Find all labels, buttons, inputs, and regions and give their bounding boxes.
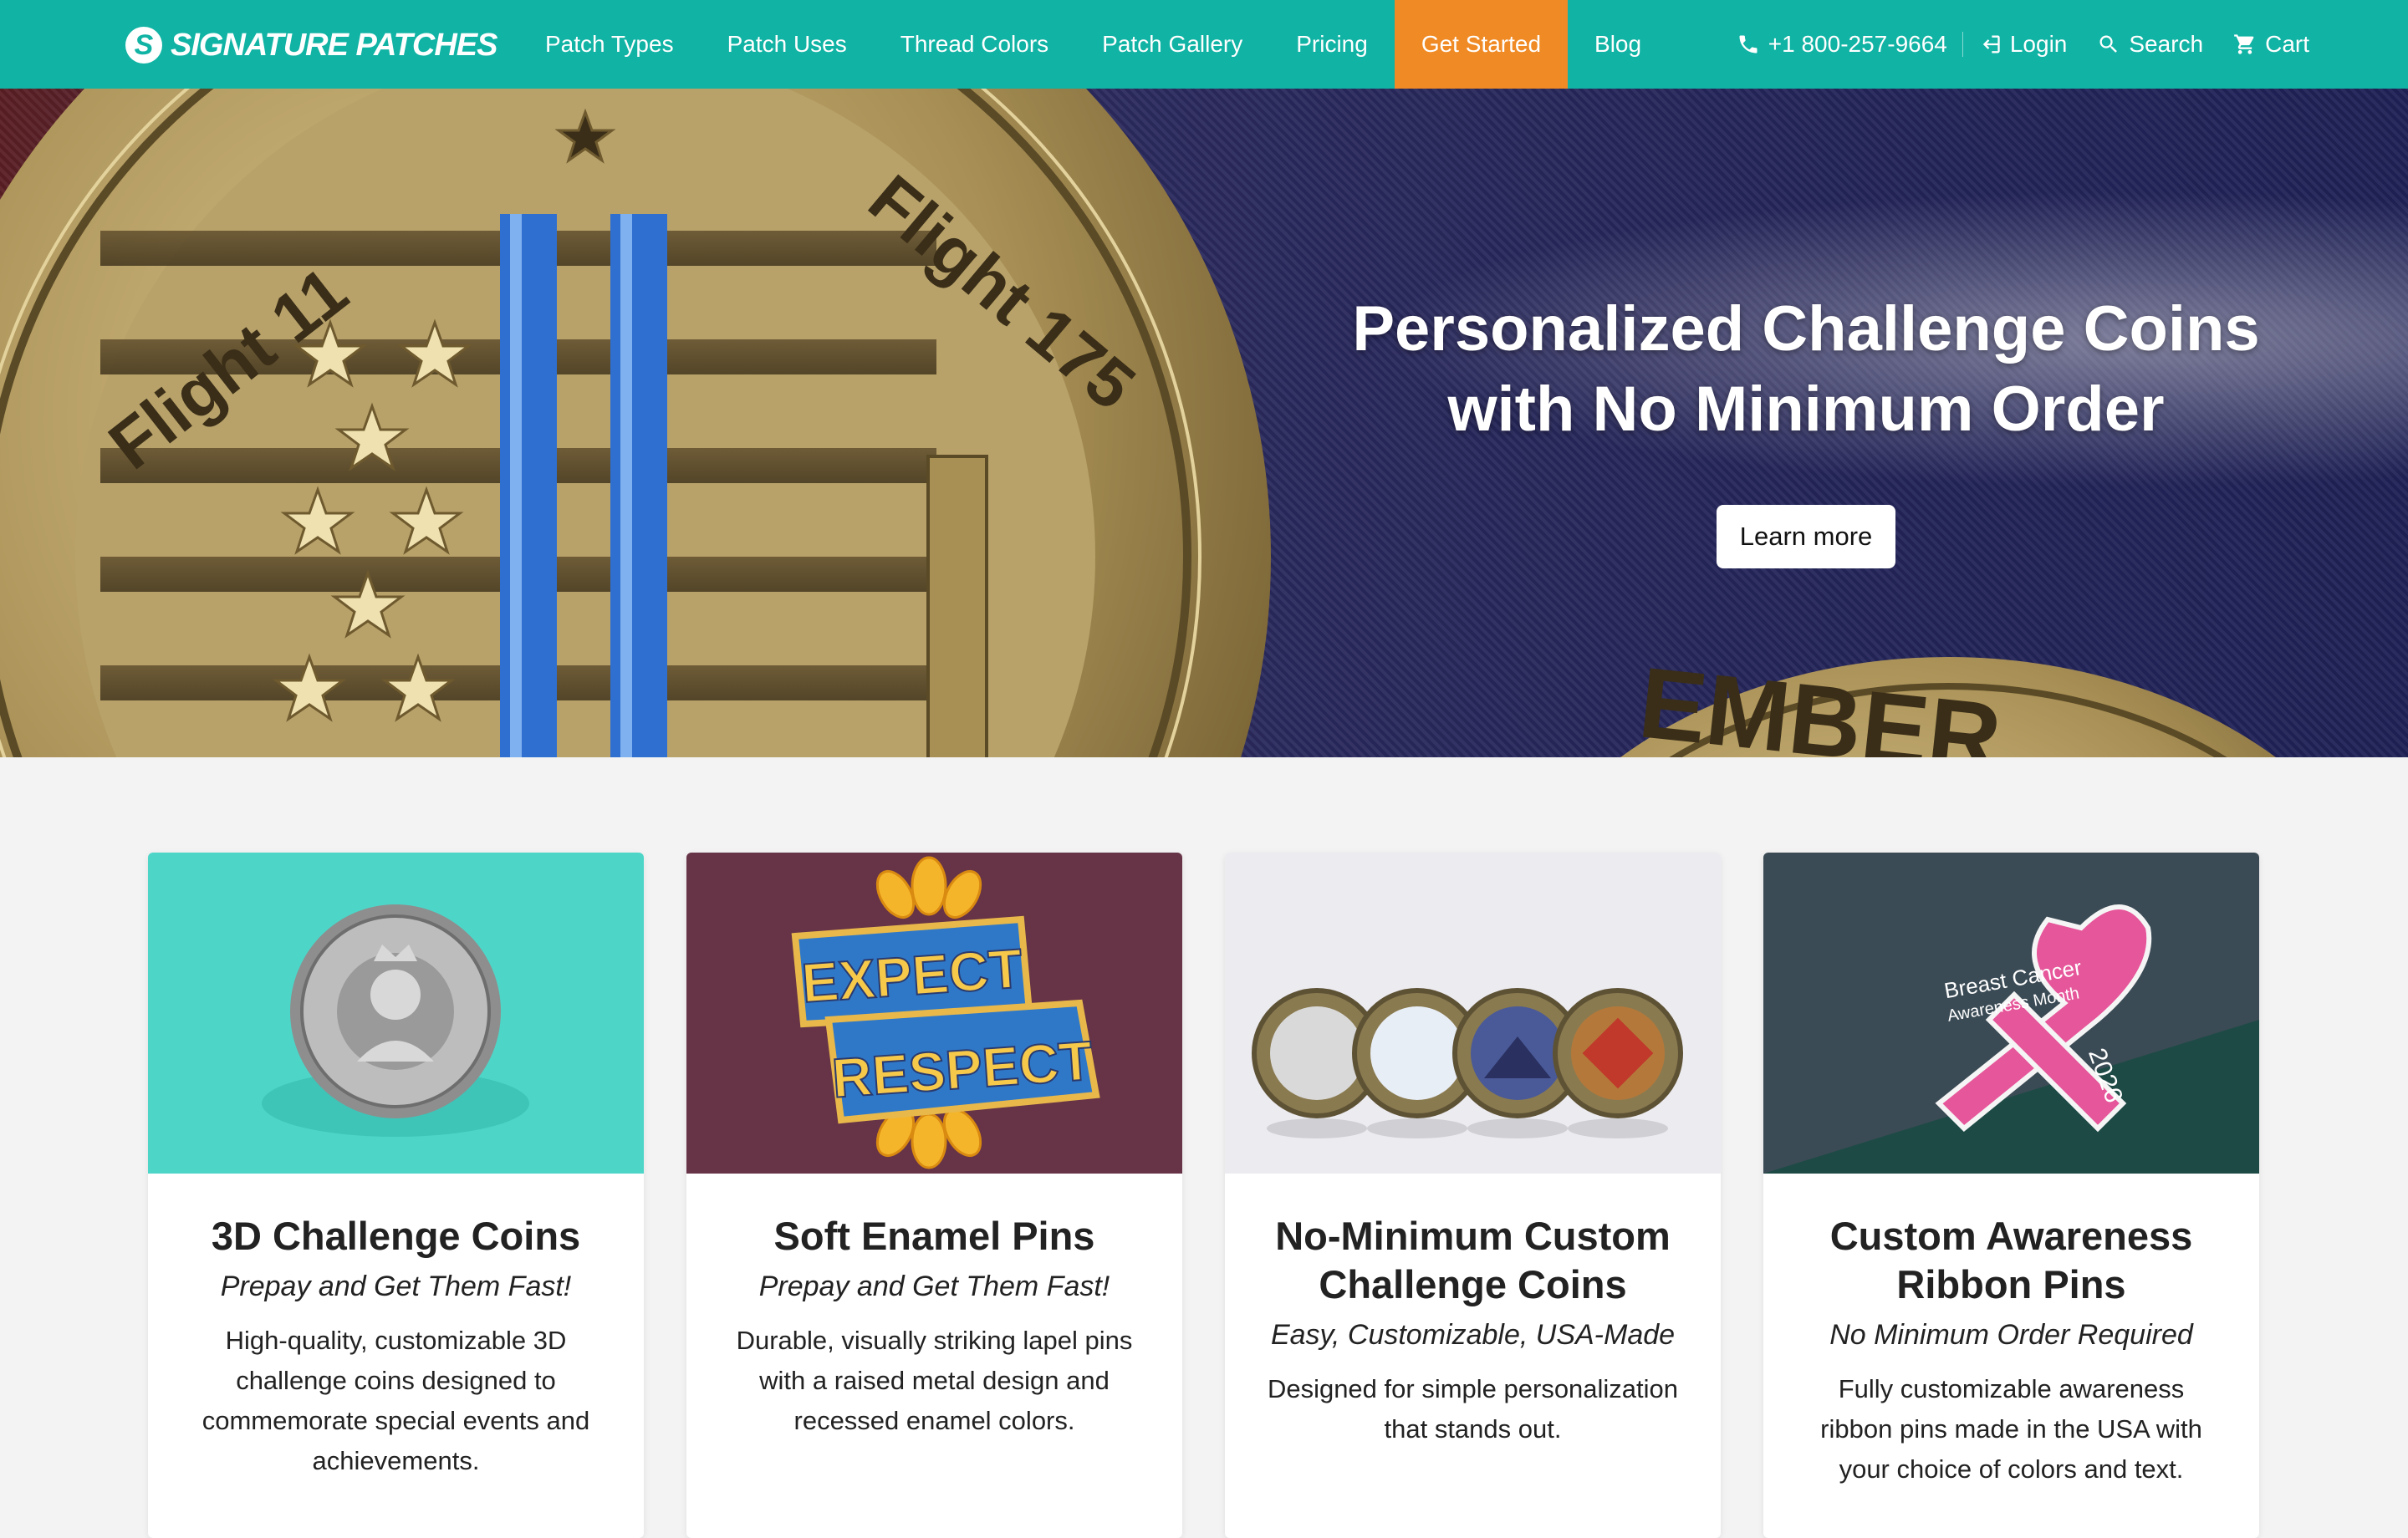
card-body: Soft Enamel Pins Prepay and Get Them Fas… (686, 1174, 1182, 1441)
product-cards: 3D Challenge Coins Prepay and Get Them F… (148, 853, 2259, 1538)
login-label: Login (2009, 31, 2068, 57)
hero-title-line2: with No Minimum Order (1447, 374, 2165, 445)
search-icon (2099, 35, 2118, 53)
card-title: No-Minimum Custom Challenge Coins (1275, 1214, 1671, 1306)
phone-number: +1 800-257-9664 (1768, 31, 1947, 57)
nav-patch-types[interactable]: Patch Types (518, 0, 701, 89)
cart-label: Cart (2265, 31, 2309, 57)
card-description: Designed for simple personalization that… (1267, 1374, 1679, 1444)
nav-get-started[interactable]: Get Started (1394, 0, 1569, 89)
card-title: 3D Challenge Coins (211, 1214, 581, 1258)
card-body: Custom Awareness Ribbon Pins No Minimum … (1763, 1174, 2259, 1490)
nav-patch-gallery[interactable]: Patch Gallery (1075, 0, 1269, 89)
main-nav: Patch Types Patch Uses Thread Colors Pat… (518, 0, 1668, 89)
card-description: High-quality, customizable 3D challenge … (202, 1326, 590, 1475)
card-image-coin-set (1225, 853, 1721, 1174)
card-subtitle: No Minimum Order Required (1829, 1319, 2193, 1351)
card-soft-enamel-pins[interactable]: EXPECT RESPECT Soft Enamel Pins Prepay a… (686, 853, 1182, 1538)
login-link[interactable]: Login (1963, 31, 2083, 58)
card-no-minimum-coins[interactable]: No-Minimum Custom Challenge Coins Easy, … (1225, 853, 1721, 1538)
nav-thread-colors[interactable]: Thread Colors (874, 0, 1075, 89)
card-description: Durable, visually striking lapel pins wi… (736, 1326, 1133, 1435)
search-label: Search (2129, 31, 2204, 57)
card-title: Soft Enamel Pins (773, 1214, 1095, 1258)
login-icon (1982, 35, 2000, 53)
card-image-enamel-pin: EXPECT RESPECT (686, 853, 1182, 1174)
logo-icon: S (125, 27, 162, 64)
learn-more-button[interactable]: Learn more (1716, 505, 1896, 568)
hero-title-line1: Personalized Challenge Coins (1352, 293, 2260, 364)
nav-pricing[interactable]: Pricing (1269, 0, 1395, 89)
card-image-3d-coin (148, 853, 644, 1174)
nav-patch-uses[interactable]: Patch Uses (701, 0, 874, 89)
hero-content: Personalized Challenge Coins with No Min… (1271, 289, 2341, 568)
hero-title: Personalized Challenge Coins with No Min… (1271, 289, 2341, 450)
phone-icon (1739, 35, 1758, 53)
search-link[interactable]: Search (2082, 31, 2218, 58)
card-subtitle: Prepay and Get Them Fast! (220, 1271, 572, 1302)
card-body: 3D Challenge Coins Prepay and Get Them F… (148, 1174, 644, 1481)
nav-utilities: +1 800-257-9664 Login Search Cart (1722, 0, 2324, 89)
top-navbar: S SIGNATURE PATCHES Patch Types Patch Us… (0, 0, 2408, 89)
card-3d-challenge-coins[interactable]: 3D Challenge Coins Prepay and Get Them F… (148, 853, 644, 1538)
card-body: No-Minimum Custom Challenge Coins Easy, … (1225, 1174, 1721, 1449)
card-awareness-ribbon-pins[interactable]: Breast Cancer Awareness Month 2026 Custo… (1763, 853, 2259, 1538)
cart-icon (2234, 34, 2254, 54)
brand-logo[interactable]: S SIGNATURE PATCHES (125, 23, 497, 67)
card-subtitle: Easy, Customizable, USA-Made (1270, 1319, 1676, 1351)
nav-blog[interactable]: Blog (1568, 0, 1668, 89)
cart-link[interactable]: Cart (2218, 31, 2324, 58)
card-image-ribbon-pin: Breast Cancer Awareness Month 2026 (1763, 853, 2259, 1174)
card-title: Custom Awareness Ribbon Pins (1829, 1214, 2193, 1306)
hero-banner: Flight 11 Flight 175 EMBER Personalized … (0, 89, 2408, 757)
card-subtitle: Prepay and Get Them Fast! (758, 1271, 1110, 1302)
logo-text: SIGNATURE PATCHES (171, 27, 497, 63)
card-description: Fully customizable awareness ribbon pins… (1820, 1374, 2202, 1484)
phone-link[interactable]: +1 800-257-9664 (1722, 31, 1962, 58)
